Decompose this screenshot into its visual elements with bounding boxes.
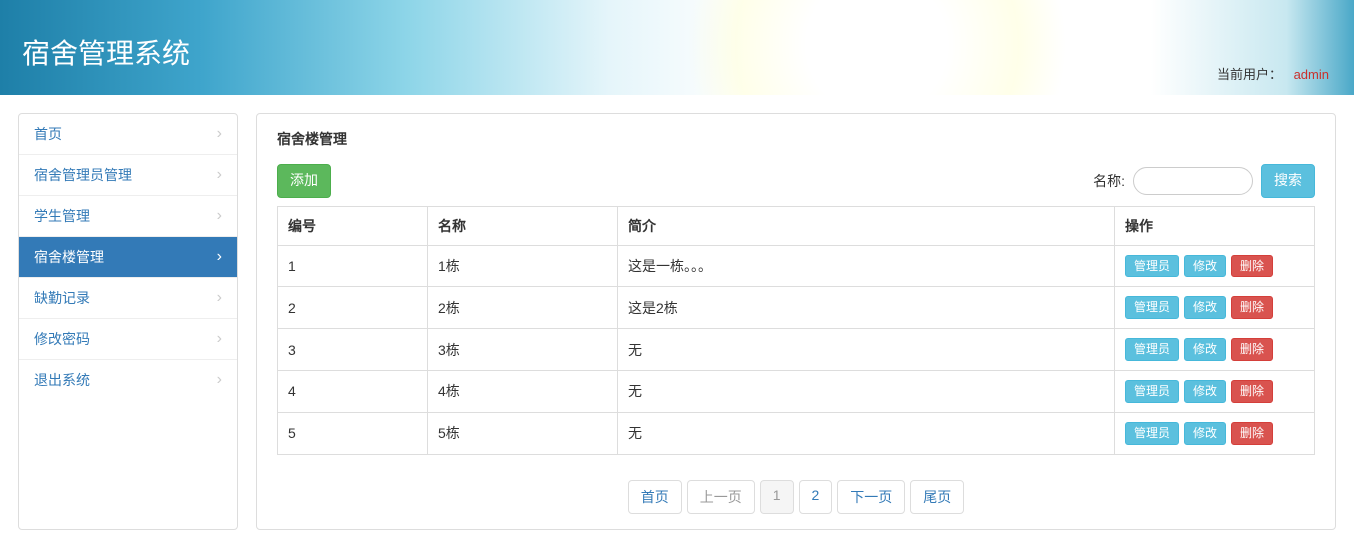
edit-button[interactable]: 修改 bbox=[1184, 296, 1226, 319]
cell-actions: 管理员修改删除 bbox=[1115, 412, 1315, 454]
row-actions: 管理员修改删除 bbox=[1125, 296, 1304, 319]
chevron-right-icon: › bbox=[217, 126, 222, 142]
col-id: 编号 bbox=[278, 206, 428, 245]
col-desc: 简介 bbox=[618, 206, 1115, 245]
pagination: 首页上一页12下一页尾页 bbox=[277, 480, 1315, 514]
manager-button[interactable]: 管理员 bbox=[1125, 380, 1179, 403]
cell-desc: 无 bbox=[618, 412, 1115, 454]
user-name: admin bbox=[1294, 67, 1329, 82]
cell-name: 5栋 bbox=[428, 412, 618, 454]
sidebar-item-4[interactable]: 缺勤记录 › bbox=[19, 278, 237, 319]
table-row: 55栋无管理员修改删除 bbox=[278, 412, 1315, 454]
delete-button[interactable]: 删除 bbox=[1231, 296, 1273, 319]
page-number-1: 1 bbox=[760, 480, 794, 514]
sidebar-item-1[interactable]: 宿舍管理员管理 › bbox=[19, 155, 237, 196]
toolbar: 添加 名称: 搜索 bbox=[277, 164, 1315, 198]
cell-desc: 这是2栋 bbox=[618, 287, 1115, 329]
main-container: 首页 › 宿舍管理员管理 › 学生管理 › 宿舍楼管理 › 缺勤记录 › 修改密码 › 退出系统 › 宿舍… bbox=[0, 95, 1354, 548]
sidebar-item-label: 学生管理 bbox=[34, 206, 90, 226]
app-header: 宿舍管理系统 当前用户： admin bbox=[0, 0, 1354, 95]
chevron-right-icon: › bbox=[217, 208, 222, 224]
sidebar-item-label: 退出系统 bbox=[34, 370, 90, 390]
edit-button[interactable]: 修改 bbox=[1184, 255, 1226, 278]
cell-name: 3栋 bbox=[428, 329, 618, 371]
delete-button[interactable]: 删除 bbox=[1231, 380, 1273, 403]
manager-button[interactable]: 管理员 bbox=[1125, 422, 1179, 445]
cell-name: 1栋 bbox=[428, 245, 618, 287]
col-actions: 操作 bbox=[1115, 206, 1315, 245]
sidebar-item-2[interactable]: 学生管理 › bbox=[19, 196, 237, 237]
manager-button[interactable]: 管理员 bbox=[1125, 296, 1179, 319]
table-row: 33栋无管理员修改删除 bbox=[278, 329, 1315, 371]
cell-desc: 无 bbox=[618, 370, 1115, 412]
cell-id: 3 bbox=[278, 329, 428, 371]
row-actions: 管理员修改删除 bbox=[1125, 338, 1304, 361]
cell-id: 1 bbox=[278, 245, 428, 287]
sidebar-item-6[interactable]: 退出系统 › bbox=[19, 360, 237, 400]
edit-button[interactable]: 修改 bbox=[1184, 380, 1226, 403]
table-row: 11栋这是一栋。。。管理员修改删除 bbox=[278, 245, 1315, 287]
manager-button[interactable]: 管理员 bbox=[1125, 255, 1179, 278]
table-row: 22栋这是2栋管理员修改删除 bbox=[278, 287, 1315, 329]
manager-button[interactable]: 管理员 bbox=[1125, 338, 1179, 361]
delete-button[interactable]: 删除 bbox=[1231, 338, 1273, 361]
data-table: 编号 名称 简介 操作 11栋这是一栋。。。管理员修改删除22栋这是2栋管理员修… bbox=[277, 206, 1315, 455]
cell-actions: 管理员修改删除 bbox=[1115, 329, 1315, 371]
user-label: 当前用户： bbox=[1217, 67, 1282, 82]
page-last[interactable]: 尾页 bbox=[910, 480, 964, 514]
header-glow bbox=[677, 0, 1077, 95]
page-first[interactable]: 首页 bbox=[628, 480, 682, 514]
page-next[interactable]: 下一页 bbox=[837, 480, 905, 514]
sidebar-item-label: 修改密码 bbox=[34, 329, 90, 349]
page-prev: 上一页 bbox=[687, 480, 755, 514]
sidebar-item-0[interactable]: 首页 › bbox=[19, 114, 237, 155]
cell-name: 2栋 bbox=[428, 287, 618, 329]
search-area: 名称: 搜索 bbox=[1093, 164, 1315, 198]
cell-actions: 管理员修改删除 bbox=[1115, 245, 1315, 287]
table-row: 44栋无管理员修改删除 bbox=[278, 370, 1315, 412]
chevron-right-icon: › bbox=[217, 290, 222, 306]
sidebar-item-label: 宿舍管理员管理 bbox=[34, 165, 132, 185]
delete-button[interactable]: 删除 bbox=[1231, 255, 1273, 278]
sidebar-item-label: 首页 bbox=[34, 124, 62, 144]
delete-button[interactable]: 删除 bbox=[1231, 422, 1273, 445]
cell-id: 2 bbox=[278, 287, 428, 329]
cell-id: 5 bbox=[278, 412, 428, 454]
col-name: 名称 bbox=[428, 206, 618, 245]
main-content: 宿舍楼管理 添加 名称: 搜索 编号 名称 简介 操作 11栋这是一栋。。。管理… bbox=[256, 113, 1336, 530]
app-title: 宿舍管理系统 bbox=[22, 32, 190, 72]
search-button[interactable]: 搜索 bbox=[1261, 164, 1315, 198]
chevron-right-icon: › bbox=[217, 331, 222, 347]
page-number-2[interactable]: 2 bbox=[799, 480, 833, 514]
sidebar-item-label: 宿舍楼管理 bbox=[34, 247, 104, 267]
row-actions: 管理员修改删除 bbox=[1125, 422, 1304, 445]
edit-button[interactable]: 修改 bbox=[1184, 338, 1226, 361]
cell-id: 4 bbox=[278, 370, 428, 412]
sidebar-item-5[interactable]: 修改密码 › bbox=[19, 319, 237, 360]
page-title: 宿舍楼管理 bbox=[277, 129, 1315, 149]
cell-actions: 管理员修改删除 bbox=[1115, 370, 1315, 412]
table-header-row: 编号 名称 简介 操作 bbox=[278, 206, 1315, 245]
row-actions: 管理员修改删除 bbox=[1125, 255, 1304, 278]
sidebar-item-3[interactable]: 宿舍楼管理 › bbox=[19, 237, 237, 278]
cell-desc: 这是一栋。。。 bbox=[618, 245, 1115, 287]
add-button[interactable]: 添加 bbox=[277, 164, 331, 198]
cell-desc: 无 bbox=[618, 329, 1115, 371]
chevron-right-icon: › bbox=[217, 372, 222, 388]
edit-button[interactable]: 修改 bbox=[1184, 422, 1226, 445]
sidebar: 首页 › 宿舍管理员管理 › 学生管理 › 宿舍楼管理 › 缺勤记录 › 修改密码 › 退出系统 › bbox=[18, 113, 238, 530]
search-label: 名称: bbox=[1093, 171, 1125, 191]
cell-name: 4栋 bbox=[428, 370, 618, 412]
cell-actions: 管理员修改删除 bbox=[1115, 287, 1315, 329]
current-user: 当前用户： admin bbox=[1217, 64, 1329, 83]
row-actions: 管理员修改删除 bbox=[1125, 380, 1304, 403]
chevron-right-icon: › bbox=[217, 249, 222, 265]
chevron-right-icon: › bbox=[217, 167, 222, 183]
search-input[interactable] bbox=[1133, 167, 1253, 195]
sidebar-item-label: 缺勤记录 bbox=[34, 288, 90, 308]
